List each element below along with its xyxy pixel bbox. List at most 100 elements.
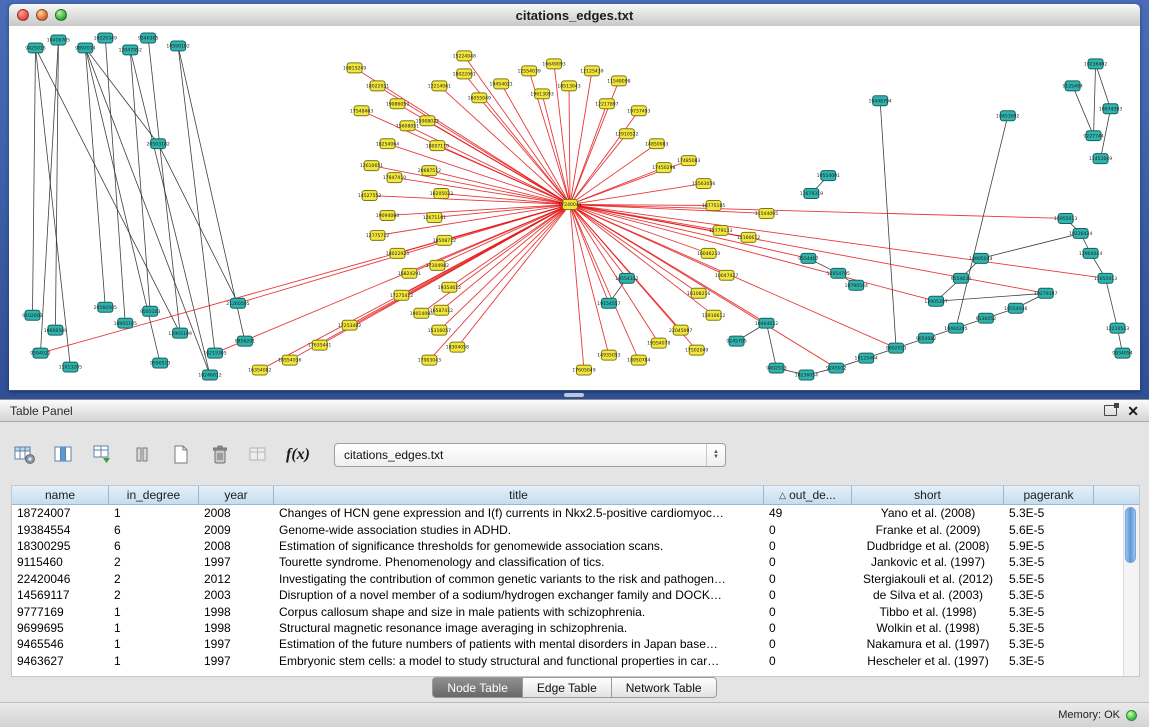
graph-node[interactable]: 15563056 [692,179,715,189]
graph-node[interactable]: 17635441 [308,340,331,350]
graph-node[interactable]: 12125439 [580,66,603,76]
graph-node[interactable]: 17253402 [338,320,361,330]
graph-node[interactable]: 9227744 [1083,131,1103,141]
column-header-year[interactable]: year [199,486,274,505]
new-table-icon[interactable] [168,442,194,468]
graph-node[interactable]: 12217897 [595,99,618,109]
graph-node[interactable]: 18554036 [278,355,301,365]
graph-node[interactable]: 16587412 [430,305,453,315]
column-header-out_de[interactable]: △out_de... [764,486,852,505]
graph-node[interactable]: 16108216 [687,288,710,298]
graph-node[interactable]: 18950784 [627,355,650,365]
tab-edge-table[interactable]: Edge Table [523,677,612,698]
graph-node[interactable]: 9102603 [22,310,42,320]
scrollbar-thumb[interactable] [1125,507,1136,563]
graph-node[interactable]: 19354612 [438,282,461,292]
table-row[interactable]: 946362711997Embryonic stem cells: a mode… [12,653,1139,669]
table-row[interactable]: 1830029562008Estimation of significance … [12,538,1139,554]
graph-node[interactable]: 12610651 [360,161,383,171]
graph-node[interactable]: 17502049 [685,345,708,355]
graph-node[interactable]: 12554039 [517,66,540,76]
graph-node[interactable]: 14935053 [597,350,620,360]
graph-node[interactable]: 17903043 [418,355,441,365]
graph-node[interactable]: 18022925 [386,248,409,258]
graph-node[interactable]: 18022061 [453,69,476,79]
graph-node[interactable]: 10279197 [1034,288,1057,298]
graph-node[interactable]: 15224048 [453,51,476,61]
graph-node[interactable]: 15316057 [428,325,451,335]
graph-node[interactable]: 17450298 [652,163,675,173]
graph-node[interactable]: 9245705 [726,336,746,346]
graph-node[interactable]: 15955013 [1054,213,1077,223]
graph-node[interactable]: 12905307 [924,296,947,306]
graph-node[interactable]: 10246012 [198,370,221,380]
graph-node[interactable]: 12905109 [168,328,191,338]
graph-node[interactable]: 9505103 [140,306,160,316]
graph-node[interactable]: 10226434 [1069,228,1092,238]
graph-node[interactable]: 18513043 [557,81,580,91]
graph-node[interactable]: 12160612 [737,232,760,242]
table-row[interactable]: 969969511998Structural magnetic resonanc… [12,620,1139,636]
close-window-icon[interactable] [17,9,29,21]
graph-node[interactable]: 18775105 [702,201,725,211]
minimize-window-icon[interactable] [36,9,48,21]
graph-node[interactable]: 10974393 [1099,104,1122,114]
table-row[interactable]: 1456911722003Disruption of a novel membe… [12,587,1139,603]
graph-node[interactable]: 16055049 [468,93,491,103]
graph-node[interactable]: 9136052 [976,313,996,323]
graph-node[interactable]: 18508712 [433,235,456,245]
graph-node[interactable]: 9245012 [826,363,846,373]
graph-node[interactable]: 10554036 [1004,303,1027,313]
network-canvas[interactable]: 1724004116815249180220311754846319086053… [9,26,1140,390]
graph-node[interactable]: 12779133 [709,225,732,235]
table-row[interactable]: 977716911998Corpus callosum shape and si… [12,603,1139,619]
graph-node[interactable]: 16354082 [248,365,271,375]
tab-node-table[interactable]: Node Table [432,677,523,698]
table-settings-icon[interactable] [12,442,38,468]
graph-node[interactable]: 15910612 [702,310,725,320]
table-row[interactable]: 1938455462009Genome-wide association stu… [12,521,1139,537]
graph-node[interactable]: 9856201 [235,336,255,346]
graph-node[interactable]: 10416705 [47,35,70,45]
graph-node[interactable]: 9934054 [1112,348,1132,358]
close-panel-icon[interactable]: ✕ [1127,404,1139,418]
column-header-title[interactable]: title [274,486,764,505]
vertical-scrollbar[interactable] [1123,505,1139,676]
graph-node[interactable]: 12671161 [423,212,446,222]
graph-node[interactable]: 9425016 [25,43,45,53]
graph-node[interactable]: 12910522 [615,129,638,139]
graph-node[interactable]: 19737493 [627,106,650,116]
graph-node[interactable]: 17847410 [383,173,406,183]
graph-node[interactable]: 18304058 [446,342,469,352]
graph-node[interactable]: 12047952 [119,45,142,55]
graph-node[interactable]: 17275412 [390,290,413,300]
network-window-titlebar[interactable]: citations_edges.txt [9,4,1140,27]
graph-node[interactable]: 10606509 [44,325,67,335]
import-file-icon[interactable] [246,442,272,468]
graph-node[interactable]: 10466205 [944,323,967,333]
graph-node[interactable]: 14850983 [645,139,668,149]
show-columns-icon[interactable] [51,442,77,468]
graph-node[interactable]: 11655013 [1094,273,1117,283]
graph-node[interactable]: 9892014 [75,43,95,53]
graph-node[interactable]: 19554078 [647,338,670,348]
graph-node[interactable]: 18007110 [426,141,449,151]
graph-node[interactable]: 9554407 [798,253,818,263]
column-header-in_degree[interactable]: in_degree [109,486,199,505]
graph-node[interactable]: 10790544 [845,280,868,290]
graph-node[interactable]: 20503182 [146,139,169,149]
tab-network-table[interactable]: Network Table [612,677,717,698]
function-builder-icon[interactable]: f(x) [285,442,311,468]
graph-node[interactable]: 11679319 [800,189,823,199]
graph-node[interactable]: 16815249 [343,63,366,73]
graph-node[interactable]: 11013205 [59,362,82,372]
graph-node[interactable]: 10905044 [969,253,992,263]
graph-node[interactable]: 9594022 [30,348,50,358]
graph-node[interactable]: 15908022 [416,116,439,126]
column-header-short[interactable]: short [852,486,1004,505]
import-table-icon[interactable] [90,442,116,468]
graph-node[interactable]: 10125404 [855,353,878,363]
graph-node[interactable]: 11453049 [1089,154,1112,164]
graph-node[interactable]: 17548463 [350,106,373,116]
graph-node[interactable]: 20687512 [418,166,441,176]
